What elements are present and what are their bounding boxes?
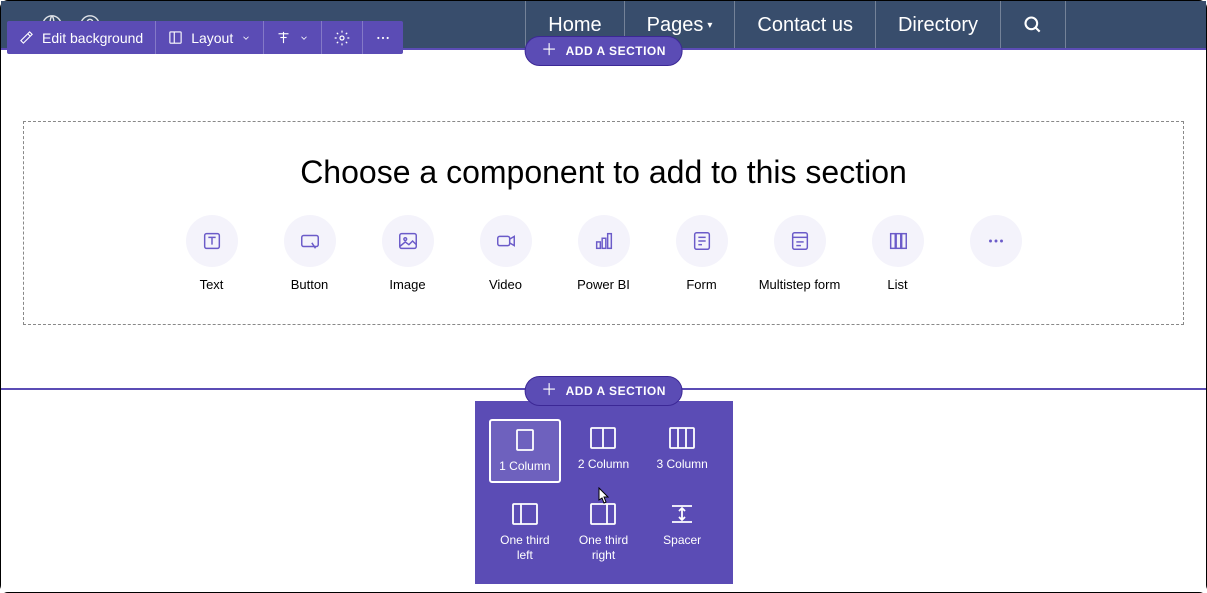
video-icon (495, 230, 517, 252)
component-video[interactable]: Video (472, 215, 540, 292)
more-button[interactable] (363, 21, 403, 54)
image-icon (397, 230, 419, 252)
caret-down-icon: ▾ (707, 20, 712, 31)
nav-directory[interactable]: Directory (876, 1, 1001, 49)
three-column-icon (669, 427, 695, 449)
add-section-mid-button[interactable]: ＋ ADD A SECTION (524, 376, 683, 406)
layout-spacer[interactable]: Spacer (646, 495, 719, 570)
layout-one-third-right[interactable]: One third right (567, 495, 640, 570)
layout-3-column[interactable]: 3 Column (646, 419, 719, 483)
plus-icon: ＋ (541, 43, 558, 59)
gear-icon (334, 30, 350, 46)
align-icon (276, 30, 291, 45)
ellipsis-icon (375, 30, 391, 46)
plus-icon: ＋ (541, 383, 558, 399)
chevron-down-icon (241, 33, 251, 43)
empty-section: Choose a component to add to this sectio… (23, 121, 1184, 325)
one-third-left-icon (512, 503, 538, 525)
search-icon (1023, 15, 1043, 35)
component-text[interactable]: Text (178, 215, 246, 292)
layout-button[interactable]: Layout (156, 21, 264, 54)
multistep-form-icon (789, 230, 811, 252)
layout-1-column[interactable]: 1 Column (489, 419, 562, 483)
spacer-icon (669, 503, 695, 525)
section-title: Choose a component to add to this sectio… (300, 154, 907, 191)
component-powerbi[interactable]: Power BI (570, 215, 638, 292)
component-image[interactable]: Image (374, 215, 442, 292)
text-icon (201, 230, 223, 252)
component-more[interactable] (962, 215, 1030, 292)
settings-button[interactable] (322, 21, 363, 54)
section-toolbar: Edit background Layout (7, 21, 403, 54)
layout-one-third-left[interactable]: One third left (489, 495, 562, 570)
edit-background-button[interactable]: Edit background (7, 21, 156, 54)
one-column-icon (512, 429, 538, 451)
button-icon (299, 230, 321, 252)
layout-2-column[interactable]: 2 Column (567, 419, 640, 483)
component-picker-row: Text Button Image Video Power BI Form (178, 215, 1030, 292)
add-section-top-button[interactable]: ＋ ADD A SECTION (524, 36, 683, 66)
component-form[interactable]: Form (668, 215, 736, 292)
section-layout-popover: 1 Column 2 Column 3 Column One third lef… (475, 401, 733, 584)
two-column-icon (590, 427, 616, 449)
one-third-right-icon (590, 503, 616, 525)
layout-icon (168, 30, 183, 45)
page-canvas: ＋ ADD A SECTION Choose a component to ad… (1, 49, 1206, 592)
edit-icon (19, 30, 34, 45)
component-list[interactable]: List (864, 215, 932, 292)
chevron-down-icon (299, 33, 309, 43)
nav-contact[interactable]: Contact us (735, 1, 876, 49)
list-icon (887, 230, 909, 252)
component-multistep-form[interactable]: Multistep form (766, 215, 834, 292)
component-button[interactable]: Button (276, 215, 344, 292)
align-button[interactable] (264, 21, 322, 54)
form-icon (691, 230, 713, 252)
nav-search[interactable] (1001, 1, 1066, 49)
powerbi-icon (593, 230, 615, 252)
ellipsis-icon (985, 230, 1007, 252)
